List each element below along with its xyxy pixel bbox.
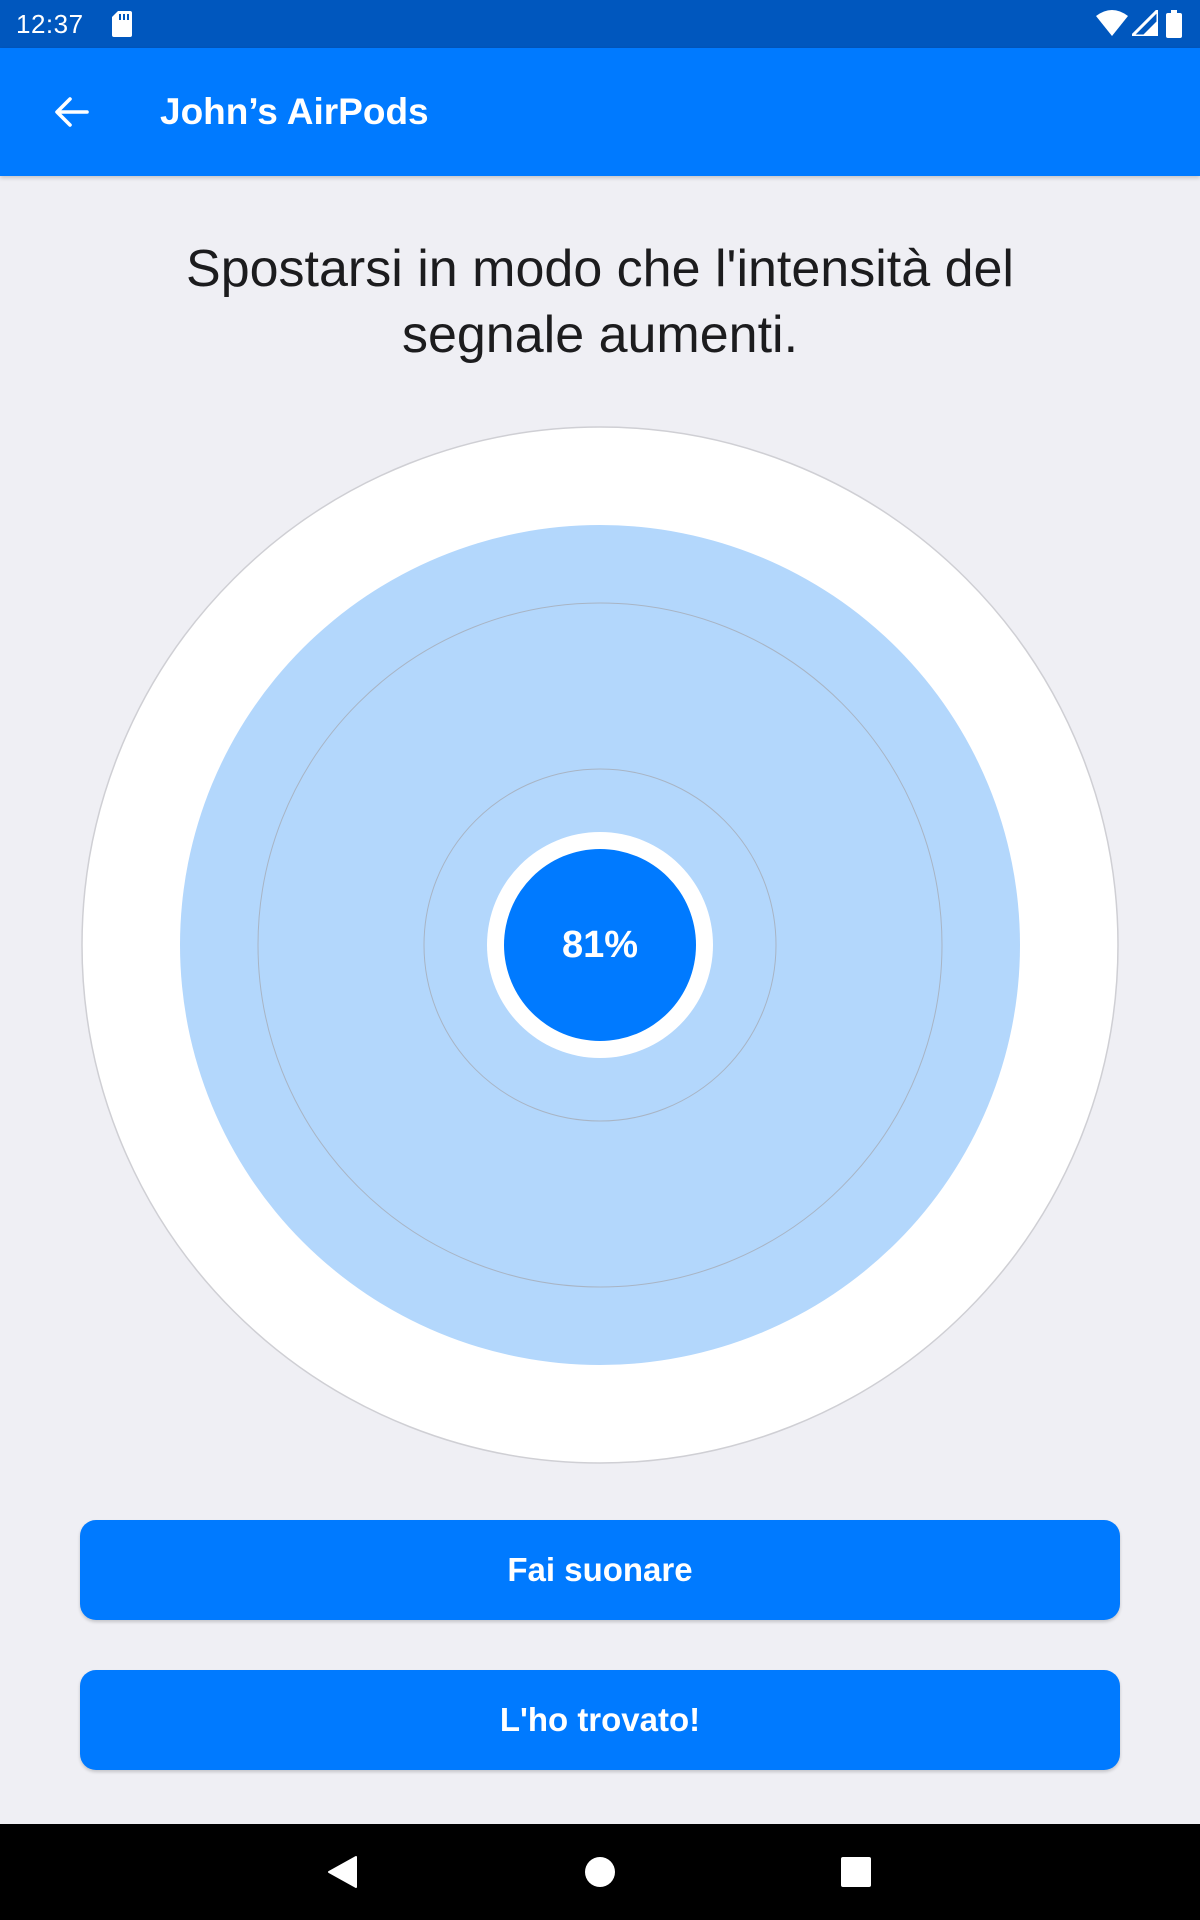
home-circle-icon <box>585 1857 615 1887</box>
cell-signal-icon <box>1132 10 1158 36</box>
nav-back-button[interactable] <box>314 1844 370 1900</box>
recents-square-icon <box>841 1857 871 1887</box>
arrow-left-icon <box>55 97 89 127</box>
instruction-text: Spostarsi in modo che l'intensità del se… <box>186 240 1014 364</box>
wifi-icon <box>1096 10 1128 36</box>
status-bar: 12:37 <box>0 0 1200 48</box>
back-triangle-icon <box>328 1856 357 1888</box>
nav-recents-button[interactable] <box>828 1844 884 1900</box>
signal-radar: 81% <box>80 425 1120 1465</box>
play-sound-button[interactable]: Fai suonare <box>80 1520 1120 1620</box>
app-bar: John’s AirPods <box>0 48 1200 176</box>
system-nav-bar <box>0 1824 1200 1920</box>
nav-home-button[interactable] <box>572 1844 628 1900</box>
back-button[interactable] <box>36 76 108 148</box>
found-it-button[interactable]: L'ho trovato! <box>80 1670 1120 1770</box>
page-title: John’s AirPods <box>160 91 429 132</box>
sd-card-icon <box>112 11 132 37</box>
signal-percent: 81% <box>561 924 639 966</box>
status-time: 12:37 <box>16 9 84 39</box>
battery-icon <box>1166 10 1182 38</box>
